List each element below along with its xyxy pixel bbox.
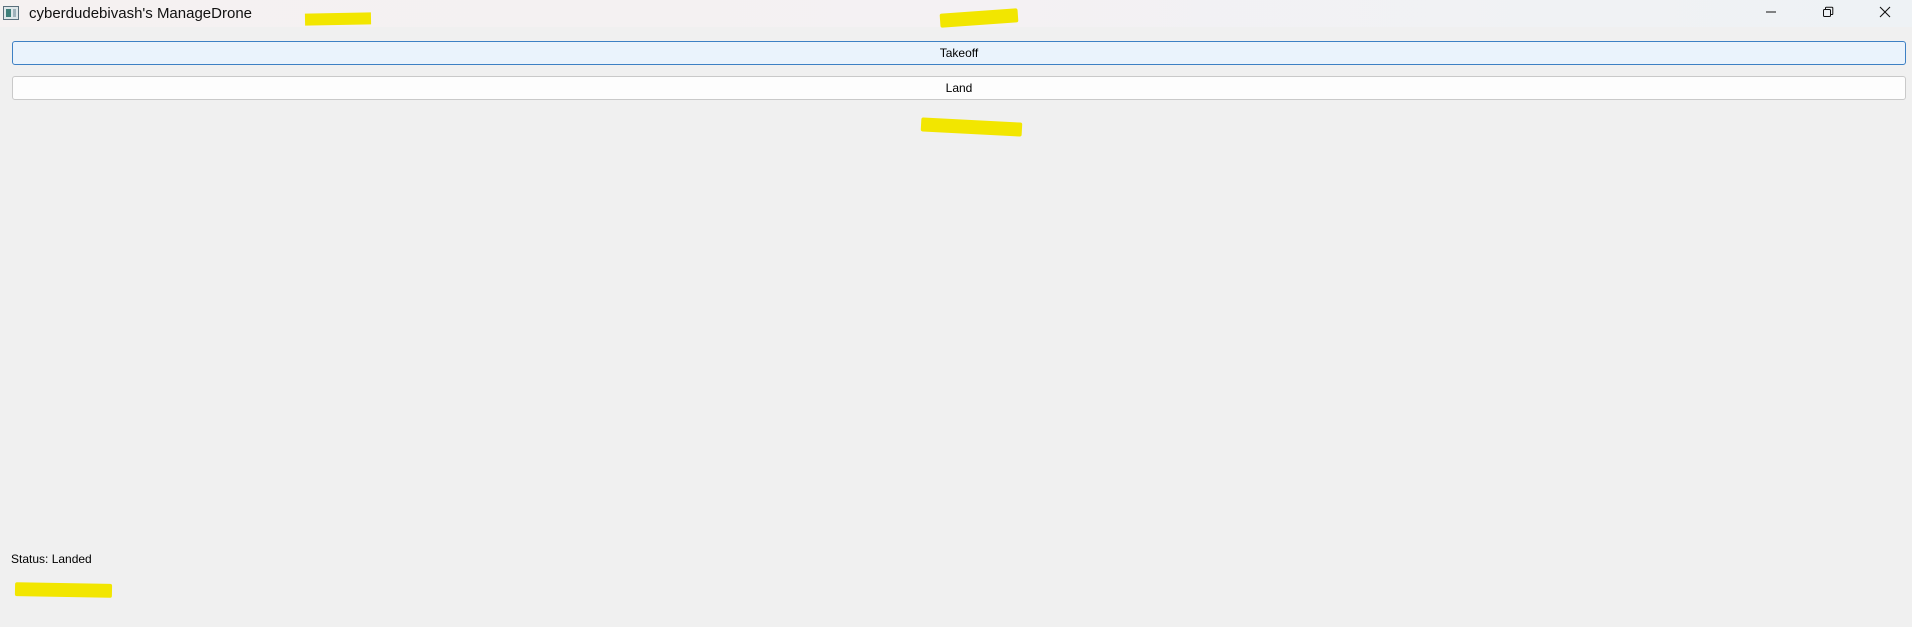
minimize-icon [1766, 11, 1776, 13]
land-button[interactable]: Land [12, 76, 1906, 100]
restore-icon [1823, 6, 1834, 17]
app-window-icon [3, 6, 19, 20]
highlight-mark [920, 117, 1023, 137]
highlight-mark [14, 582, 113, 598]
restore-button[interactable] [1800, 0, 1856, 27]
window-title: cyberdudebivash's ManageDrone [29, 5, 253, 22]
takeoff-button[interactable]: Takeoff [12, 41, 1906, 65]
minimize-button[interactable] [1743, 0, 1799, 27]
highlight-mark [304, 12, 372, 26]
close-icon [1879, 6, 1891, 18]
close-button[interactable] [1857, 0, 1912, 27]
status-label: Status: Landed [11, 552, 92, 566]
